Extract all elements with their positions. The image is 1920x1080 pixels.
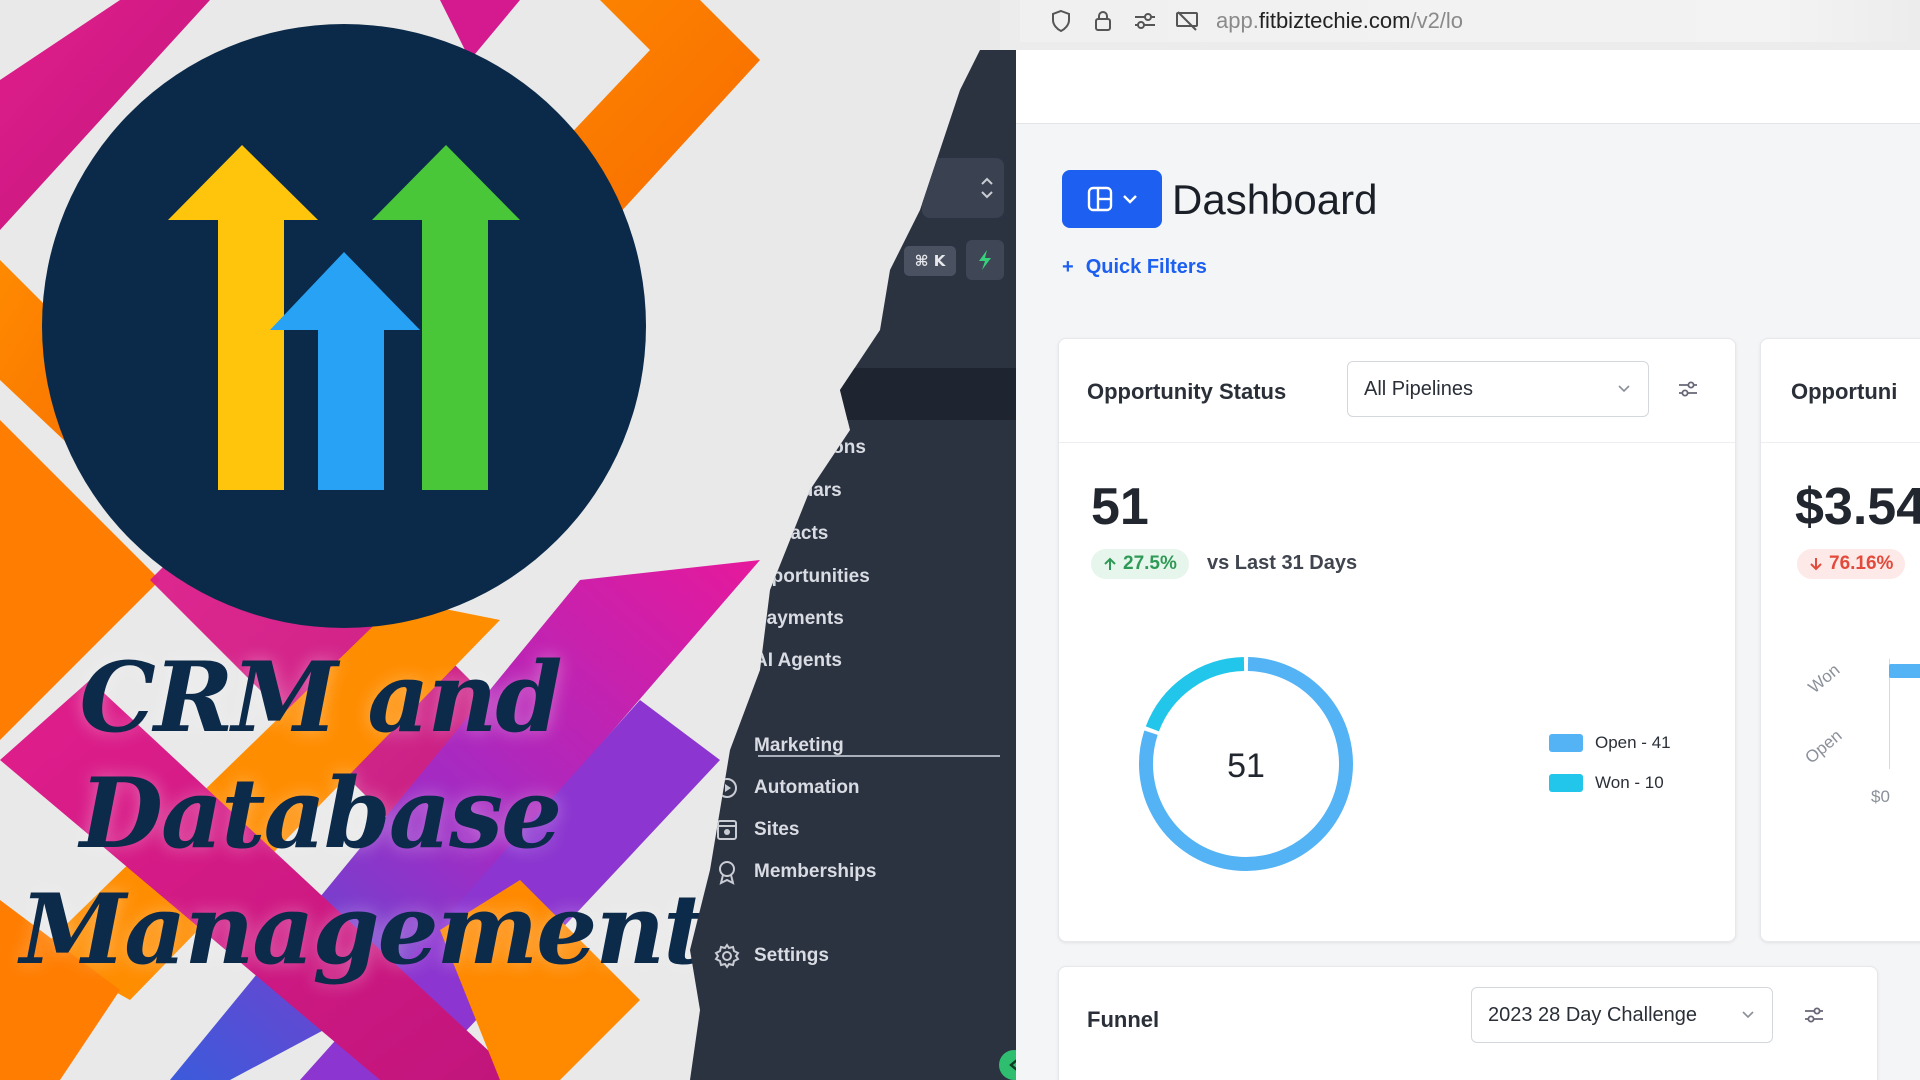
sidebar-item-automation[interactable]: Automation <box>714 773 860 803</box>
permissions-icon[interactable] <box>1132 8 1158 34</box>
change-badge: 76.16% <box>1797 549 1906 579</box>
sidebar-item-label: Settings <box>754 945 829 966</box>
url-path: /v2/lo <box>1410 8 1464 33</box>
browser-url-bar[interactable]: app.fitbiztechie.com/v2/lo <box>1020 0 1920 42</box>
sidebar-item-ai-agents[interactable]: AI Agents <box>754 646 842 676</box>
quick-filters-label: Quick Filters <box>1085 256 1207 278</box>
sidebar-item-memberships[interactable]: Memberships <box>714 857 876 887</box>
funnel-card: Funnel 2023 28 Day Challenge <box>1058 966 1878 1080</box>
axis-label-won: Won <box>1804 660 1844 698</box>
card-header: Opportunity Status All Pipelines <box>1059 339 1735 443</box>
promo-title-line-1: CRM and <box>79 641 563 754</box>
chevron-down-icon <box>1742 1011 1754 1019</box>
donut-center-label: 51 <box>1227 747 1265 785</box>
screen-share-off-icon[interactable] <box>1174 8 1200 34</box>
badge-icon <box>714 859 740 885</box>
arrow-down-icon <box>1810 558 1822 571</box>
arrow-up-icon <box>1104 557 1116 570</box>
dashboard-view-switcher[interactable] <box>1062 170 1162 228</box>
legend-swatch <box>1549 774 1583 792</box>
legend-swatch <box>1549 734 1583 752</box>
main-content: Dashboard + Quick Filters Opportunity St… <box>1016 50 1920 1080</box>
filter-settings-icon[interactable] <box>1801 1002 1827 1028</box>
quick-filters-button[interactable]: + Quick Filters <box>1062 256 1207 279</box>
url-text[interactable]: app.fitbiztechie.com/v2/lo <box>1216 8 1463 34</box>
sidebar-item-label: Automation <box>754 777 860 798</box>
sidebar-item-label: Sites <box>754 819 800 840</box>
promo-title-line-3: Management <box>20 873 707 986</box>
funnel-select[interactable]: 2023 28 Day Challenge <box>1471 987 1773 1043</box>
legend-item-open: Open - 41 <box>1549 733 1671 753</box>
value-bar-won <box>1889 664 1920 678</box>
card-title: Opportunity Status <box>1087 379 1287 404</box>
shield-icon[interactable] <box>1048 8 1074 34</box>
chevron-down-icon <box>1618 385 1630 393</box>
lock-icon[interactable] <box>1090 8 1116 34</box>
sidebar-item-marketing[interactable]: Marketing <box>754 731 844 761</box>
legend-label: Won - 10 <box>1595 773 1664 792</box>
opportunity-total: 51 <box>1091 478 1149 536</box>
quick-action-button[interactable] <box>966 240 1004 280</box>
sidebar-item-sites[interactable]: Sites <box>714 815 799 845</box>
x-axis-label: $0 <box>1871 787 1890 806</box>
donut-slice-won[interactable] <box>1145 657 1245 732</box>
sidebar-active-item[interactable] <box>840 368 1016 420</box>
sidebar-item-settings[interactable]: Settings <box>714 941 829 971</box>
pipeline-select[interactable]: All Pipelines <box>1347 361 1649 417</box>
top-header-bar <box>1016 50 1920 124</box>
change-value: 27.5% <box>1123 553 1177 574</box>
opportunity-status-card: Opportunity Status All Pipelines 51 27.5… <box>1058 338 1736 942</box>
page-title: Dashboard <box>1172 176 1378 223</box>
sidebar-item-label: Memberships <box>754 861 877 882</box>
promo-title: CRM and Database Management <box>20 640 707 988</box>
change-badge: 27.5% <box>1091 549 1189 579</box>
legend-item-won: Won - 10 <box>1549 773 1664 793</box>
plus-icon: + <box>1062 256 1074 278</box>
card-header: Opportuni <box>1761 339 1920 443</box>
axis-label-open: Open <box>1801 725 1846 768</box>
card-title: Funnel <box>1087 1007 1160 1032</box>
sidebar-item-label: AI Agents <box>754 650 842 671</box>
legend-label: Open - 41 <box>1595 733 1671 752</box>
comparison-label: vs Last 31 Days <box>1207 552 1358 574</box>
url-domain: fitbiztechie.com <box>1258 8 1411 33</box>
sidebar-item-label: Marketing <box>754 735 844 756</box>
change-value: 76.16% <box>1829 553 1894 574</box>
opportunity-value-card: Opportuni $3.54 76.16% Won Open $0 <box>1760 338 1920 942</box>
up-down-chevron-icon <box>981 177 993 199</box>
opportunity-value-total: $3.54 <box>1795 478 1920 536</box>
layout-icon <box>1087 186 1113 212</box>
sidebar-item-label: Payments <box>754 608 844 629</box>
funnel-select-value: 2023 28 Day Challenge <box>1488 1003 1698 1026</box>
pipeline-select-value: All Pipelines <box>1364 377 1473 400</box>
promo-title-line-2: Database <box>79 757 562 870</box>
lightning-icon <box>979 250 991 270</box>
filter-settings-icon[interactable] <box>1675 376 1701 402</box>
gear-icon <box>714 943 740 969</box>
url-prefix: app. <box>1216 8 1259 33</box>
card-title: Opportuni <box>1791 379 1898 404</box>
chevron-down-icon <box>1123 195 1137 204</box>
search-shortcut[interactable]: ⌘ K <box>904 246 956 276</box>
